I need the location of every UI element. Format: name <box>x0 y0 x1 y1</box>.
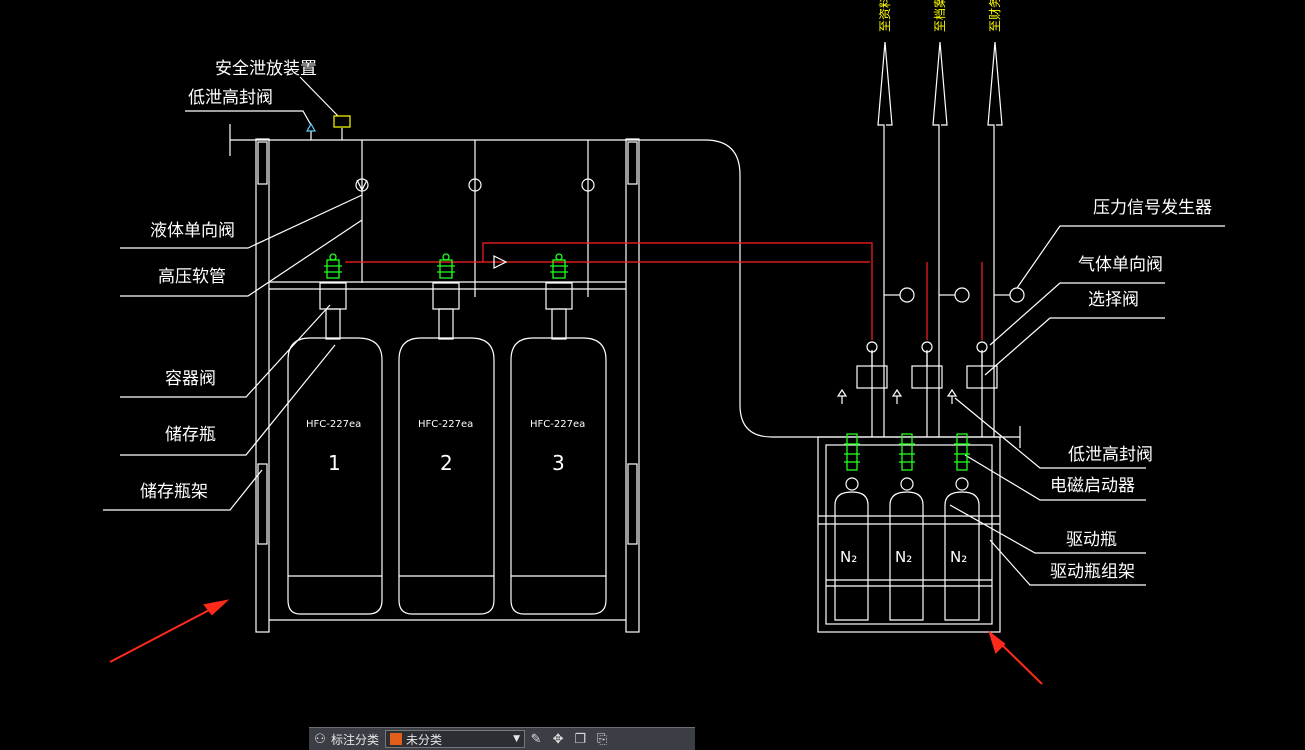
cylinder-3-agent: HFC-227ea <box>530 419 585 430</box>
driver-rack <box>817 436 1001 633</box>
cylinder-1-number: 1 <box>328 451 341 475</box>
outlet-pipe-1 <box>871 41 893 437</box>
annotation-arrow-left <box>109 606 216 663</box>
cylinder-2 <box>398 282 495 615</box>
cylinder-2-number: 2 <box>440 451 453 475</box>
cylinder-2-agent: HFC-227ea <box>418 419 473 430</box>
drawing-canvas: 安全泄放装置 低泄高封阀 液体单向阀 高压软管 容器阀 储存瓶 储存瓶架 压力信… <box>103 0 1225 685</box>
label-driver-cylinder: 驱动瓶 <box>1066 530 1117 550</box>
cylinder-3-number: 3 <box>552 451 565 475</box>
rack-left-post <box>255 138 270 633</box>
label-hp-hose: 高压软管 <box>158 267 226 287</box>
layers-icon[interactable]: ⚇ <box>309 730 331 748</box>
outlet-pipe-3 <box>981 41 1003 437</box>
label-selector-valve: 选择阀 <box>1088 290 1139 310</box>
move-icon[interactable]: ✥ <box>547 730 569 748</box>
driver-2-gas: N₂ <box>895 548 912 566</box>
cylinder-1-agent: HFC-227ea <box>306 419 361 430</box>
label-low-leak-seal-valve-right: 低泄高封阀 <box>1068 445 1153 465</box>
driver-1-gas: N₂ <box>840 548 857 566</box>
annotation-arrow-right <box>996 639 1043 685</box>
label-low-leak-seal-valve-top: 低泄高封阀 <box>188 88 273 108</box>
outlet-pipe-2 <box>926 41 948 437</box>
cylinder-1 <box>287 282 383 615</box>
paste-icon[interactable]: ⎘ <box>591 730 613 748</box>
cylinder-3 <box>510 282 607 615</box>
label-pressure-signal: 压力信号发生器 <box>1093 198 1212 218</box>
copy-icon[interactable]: ❐ <box>569 730 591 748</box>
label-safety-relief: 安全泄放装置 <box>215 59 317 79</box>
label-container-valve: 容器阀 <box>165 369 216 389</box>
label-liquid-check-valve: 液体单向阀 <box>150 221 235 241</box>
label-cylinder-rack: 储存瓶架 <box>140 482 208 502</box>
label-gas-check-valve: 气体单向阀 <box>1078 255 1163 275</box>
category-value: 未分类 <box>406 732 443 747</box>
label-driver-rack: 驱动瓶组架 <box>1050 562 1135 582</box>
outlet-label-1: 至资料室 <box>877 0 892 32</box>
driver-3-gas: N₂ <box>950 548 967 566</box>
label-storage-cylinder: 储存瓶 <box>165 425 216 445</box>
edit-icon[interactable]: ✎ <box>525 730 547 748</box>
rack-right-post <box>625 138 640 633</box>
chevron-down-icon: ▼ <box>513 734 521 744</box>
outlet-label-2: 至档案室 <box>932 0 947 32</box>
category-color-swatch <box>390 733 403 745</box>
outlet-label-3: 至财务室 <box>987 0 1002 32</box>
category-select[interactable]: 未分类 ▼ <box>385 730 526 748</box>
category-label: 标注分类 <box>331 732 380 747</box>
label-solenoid-actuator: 电磁启动器 <box>1050 476 1135 496</box>
